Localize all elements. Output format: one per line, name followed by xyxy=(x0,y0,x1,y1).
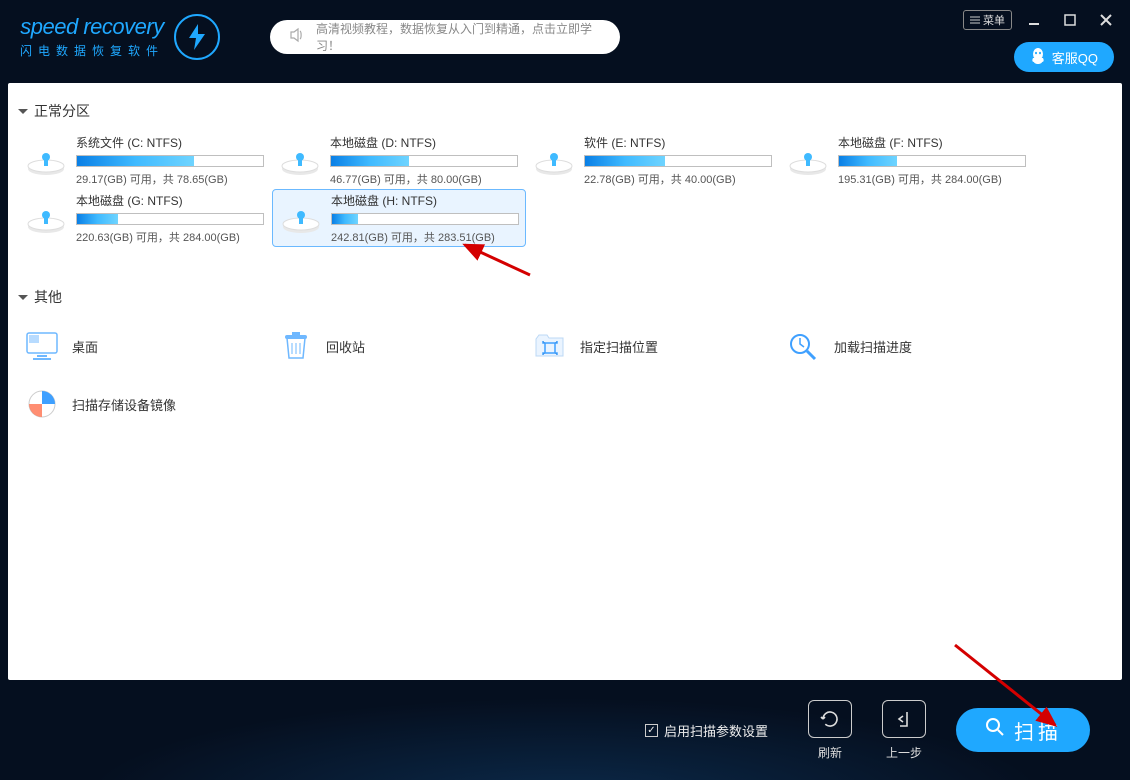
partition-item[interactable]: 系统文件 (C: NTFS) 29.17(GB) 可用，共 78.65(GB) xyxy=(18,131,272,189)
image-icon xyxy=(24,386,60,422)
usage-bar xyxy=(838,155,1026,167)
disk-icon xyxy=(24,141,68,179)
recycle-icon xyxy=(278,328,314,364)
other-item-image[interactable]: 扫描存储设备镜像 xyxy=(18,375,272,433)
disk-icon xyxy=(278,141,322,179)
prev-step-button[interactable]: 上一步 xyxy=(882,700,926,761)
collapse-triangle-icon xyxy=(18,295,28,300)
checkbox-icon: ✓ xyxy=(645,724,658,737)
usage-bar xyxy=(331,213,519,225)
partition-name: 系统文件 (C: NTFS) xyxy=(76,134,266,151)
disk-icon xyxy=(279,199,323,237)
qq-icon xyxy=(1030,47,1046,68)
scan-button[interactable]: 扫描 xyxy=(956,708,1090,752)
other-item-label: 回收站 xyxy=(326,337,365,356)
desktop-icon xyxy=(24,328,60,364)
menu-button-label: 菜单 xyxy=(983,12,1005,28)
maximize-button[interactable] xyxy=(1056,8,1084,32)
tutorial-tip[interactable]: 高清视频教程，数据恢复从入门到精通，点击立即学习！ xyxy=(270,20,620,54)
other-section-header[interactable]: 其他 xyxy=(18,287,1112,307)
specify-icon xyxy=(532,328,568,364)
support-qq-label: 客服QQ xyxy=(1052,48,1098,67)
partition-item[interactable]: 本地磁盘 (F: NTFS) 195.31(GB) 可用，共 284.00(GB) xyxy=(780,131,1034,189)
usage-bar xyxy=(76,155,264,167)
disk-icon xyxy=(24,199,68,237)
partitions-section-header[interactable]: 正常分区 xyxy=(18,101,1112,121)
other-item-recycle[interactable]: 回收站 xyxy=(272,317,526,375)
partition-usage: 220.63(GB) 可用，共 284.00(GB) xyxy=(76,229,266,245)
back-icon xyxy=(882,700,926,738)
minimize-button[interactable] xyxy=(1020,8,1048,32)
search-icon xyxy=(984,716,1006,744)
window-controls: 菜单 xyxy=(963,8,1120,32)
partition-usage: 242.81(GB) 可用，共 283.51(GB) xyxy=(331,229,519,245)
prev-step-label: 上一步 xyxy=(886,744,922,761)
tutorial-tip-text: 高清视频教程，数据恢复从入门到精通，点击立即学习！ xyxy=(316,20,602,54)
other-item-label: 扫描存储设备镜像 xyxy=(72,395,176,414)
enable-scan-params-label: 启用扫描参数设置 xyxy=(664,721,768,740)
disk-icon xyxy=(532,141,576,179)
partition-item[interactable]: 本地磁盘 (G: NTFS) 220.63(GB) 可用，共 284.00(GB) xyxy=(18,189,272,247)
other-item-label: 加载扫描进度 xyxy=(834,337,912,356)
disk-icon xyxy=(786,141,830,179)
load-icon xyxy=(786,328,822,364)
partition-item[interactable]: 本地磁盘 (H: NTFS) 242.81(GB) 可用，共 283.51(GB) xyxy=(272,189,526,247)
usage-bar xyxy=(330,155,518,167)
other-item-desktop[interactable]: 桌面 xyxy=(18,317,272,375)
partition-item[interactable]: 软件 (E: NTFS) 22.78(GB) 可用，共 40.00(GB) xyxy=(526,131,780,189)
logo-block: speed recovery 闪电数据恢复软件 xyxy=(20,14,220,60)
scan-button-label: 扫描 xyxy=(1014,716,1062,745)
enable-scan-params-checkbox[interactable]: ✓ 启用扫描参数设置 xyxy=(645,721,768,740)
close-button[interactable] xyxy=(1092,8,1120,32)
partition-name: 本地磁盘 (F: NTFS) xyxy=(838,134,1028,151)
other-item-label: 桌面 xyxy=(72,337,98,356)
refresh-button[interactable]: 刷新 xyxy=(808,700,852,761)
bolt-badge-icon xyxy=(174,14,220,60)
other-item-specify[interactable]: 指定扫描位置 xyxy=(526,317,780,375)
speaker-icon xyxy=(288,26,306,47)
logo-subtitle: 闪电数据恢复软件 xyxy=(20,42,164,59)
menu-button[interactable]: 菜单 xyxy=(963,10,1012,30)
logo-title: speed recovery xyxy=(20,14,163,40)
partition-name: 本地磁盘 (H: NTFS) xyxy=(331,192,519,209)
partition-usage: 46.77(GB) 可用，共 80.00(GB) xyxy=(330,171,520,187)
support-qq-button[interactable]: 客服QQ xyxy=(1014,42,1114,72)
other-item-load[interactable]: 加载扫描进度 xyxy=(780,317,1034,375)
collapse-triangle-icon xyxy=(18,109,28,114)
usage-bar xyxy=(584,155,772,167)
other-item-label: 指定扫描位置 xyxy=(580,337,658,356)
partition-name: 软件 (E: NTFS) xyxy=(584,134,774,151)
footer-bar: ✓ 启用扫描参数设置 刷新 上一步 扫描 xyxy=(0,680,1130,780)
usage-bar xyxy=(76,213,264,225)
refresh-label: 刷新 xyxy=(818,744,842,761)
other-title: 其他 xyxy=(34,287,62,307)
partition-usage: 195.31(GB) 可用，共 284.00(GB) xyxy=(838,171,1028,187)
partition-name: 本地磁盘 (D: NTFS) xyxy=(330,134,520,151)
refresh-icon xyxy=(808,700,852,738)
partitions-title: 正常分区 xyxy=(34,101,90,121)
partition-name: 本地磁盘 (G: NTFS) xyxy=(76,192,266,209)
partition-usage: 29.17(GB) 可用，共 78.65(GB) xyxy=(76,171,266,187)
app-header: speed recovery 闪电数据恢复软件 高清视频教程，数据恢复从入门到精… xyxy=(0,0,1130,73)
main-panel: 正常分区 系统文件 (C: NTFS) 29.17(GB) 可用，共 78.65(… xyxy=(8,83,1122,680)
partition-usage: 22.78(GB) 可用，共 40.00(GB) xyxy=(584,171,774,187)
other-grid: 桌面 回收站 指定扫描位置 加载扫描进度扫描存储设备镜像 xyxy=(18,317,1112,433)
menu-lines-icon xyxy=(970,16,980,24)
partitions-grid: 系统文件 (C: NTFS) 29.17(GB) 可用，共 78.65(GB) 本地… xyxy=(18,131,1112,247)
partition-item[interactable]: 本地磁盘 (D: NTFS) 46.77(GB) 可用，共 80.00(GB) xyxy=(272,131,526,189)
